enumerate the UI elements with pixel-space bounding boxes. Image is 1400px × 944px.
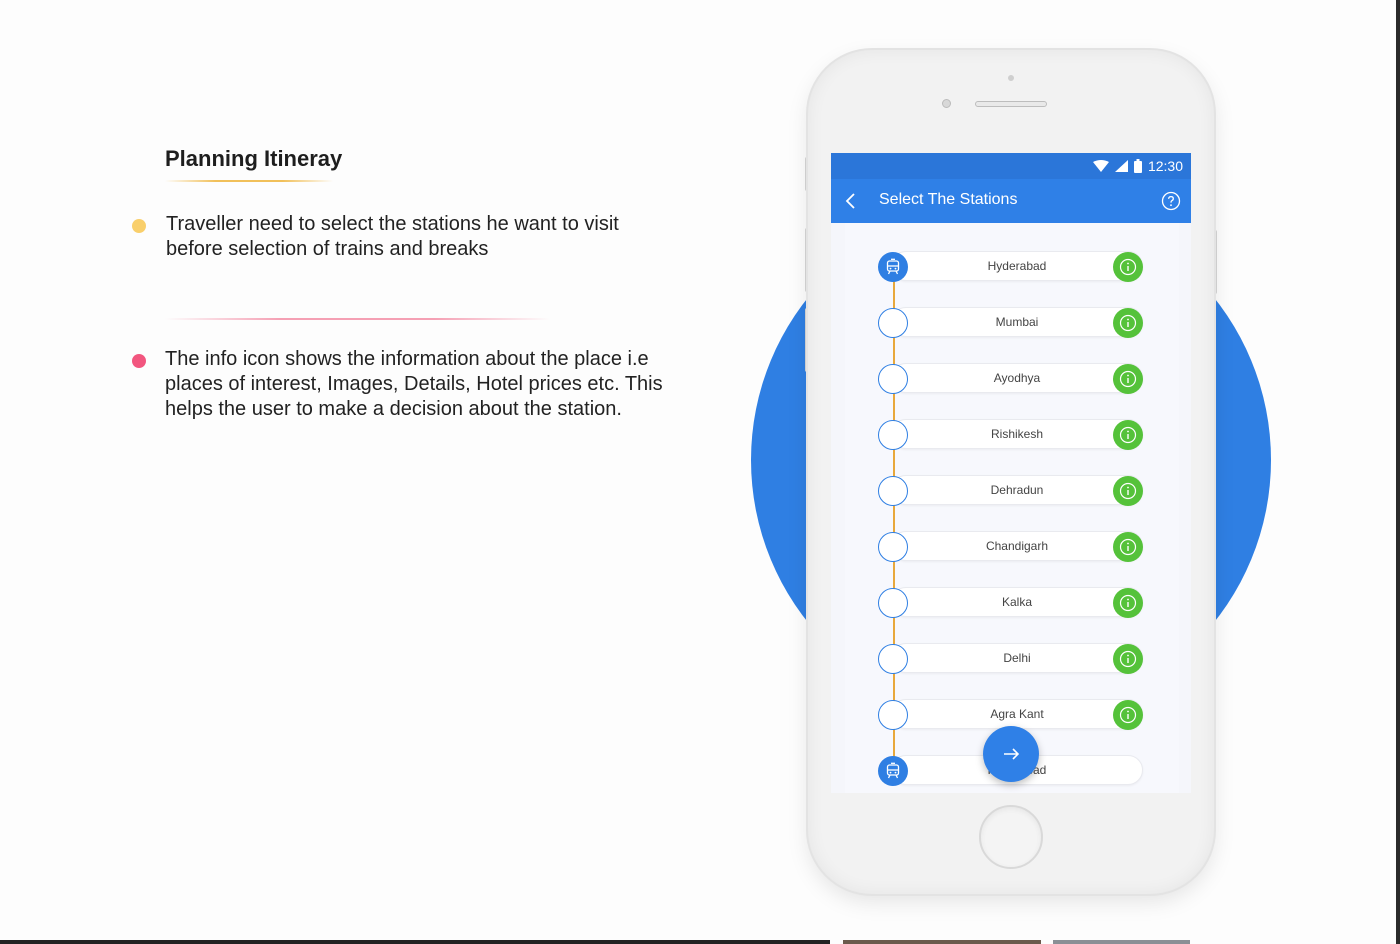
station-select-node[interactable] (878, 588, 908, 618)
bullet-dot-yellow (132, 219, 146, 233)
station-card[interactable]: Chandigarh (891, 531, 1143, 561)
station-info-button[interactable] (1113, 700, 1143, 730)
station-row: Hyderabad (831, 250, 1191, 284)
station-name: Ayodhya (993, 371, 1041, 385)
train-icon (886, 258, 900, 275)
info-icon (1119, 258, 1137, 276)
next-section-thumbnail (1053, 940, 1190, 944)
bullet-text-select-stations: Traveller need to select the stations he… (166, 213, 619, 260)
station-name: Dehradun (990, 483, 1044, 497)
station-name: Kalka (1001, 595, 1033, 609)
station-info-button[interactable] (1113, 420, 1143, 450)
station-row: Rishikesh (831, 418, 1191, 452)
station-card[interactable]: Hyderabad (891, 251, 1143, 281)
section-title: Planning Itineray (165, 146, 343, 171)
app-bar-title: Select The Stations (879, 191, 1018, 208)
info-icon (1119, 314, 1137, 332)
station-info-button[interactable] (1113, 364, 1143, 394)
status-bar: 12:30 (831, 153, 1191, 179)
station-select-node[interactable] (878, 700, 908, 730)
station-card[interactable]: Delhi (891, 643, 1143, 673)
bullet-text-info-icon: The info icon shows the information abou… (165, 348, 663, 420)
station-card[interactable]: Ayodhya (891, 363, 1143, 393)
arrow-right-icon (1004, 748, 1020, 760)
title-underline (165, 180, 333, 182)
help-circle-icon[interactable] (1161, 191, 1181, 211)
station-info-button[interactable] (1113, 476, 1143, 506)
next-section-thumbnail (843, 940, 1041, 944)
page-edge (1396, 0, 1400, 944)
info-icon (1119, 594, 1137, 612)
info-icon (1119, 706, 1137, 724)
phone-speaker (975, 101, 1047, 107)
train-icon (886, 762, 900, 779)
phone-screen: 12:30 Select The Stations Hyderabad Mumba… (831, 153, 1191, 793)
station-name: Mumbai (995, 315, 1039, 329)
station-card[interactable]: Agra Kant (891, 699, 1143, 729)
station-name: Delhi (1003, 651, 1031, 665)
station-select-node[interactable] (878, 476, 908, 506)
station-card[interactable]: Mumbai (891, 307, 1143, 337)
bullet-dot-pink (132, 354, 146, 368)
station-card[interactable]: Kalka (891, 587, 1143, 617)
station-info-button[interactable] (1113, 308, 1143, 338)
station-info-button[interactable] (1113, 532, 1143, 562)
station-info-button[interactable] (1113, 588, 1143, 618)
station-name: Hyderabad (987, 259, 1047, 273)
station-node-train[interactable] (878, 252, 908, 282)
info-icon (1119, 482, 1137, 500)
info-icon (1119, 426, 1137, 444)
station-select-node[interactable] (878, 420, 908, 450)
bottom-divider (0, 940, 830, 944)
chevron-left-icon[interactable] (839, 189, 863, 213)
next-fab-button[interactable] (983, 726, 1039, 782)
station-row: Dehradun (831, 474, 1191, 508)
station-name: Chandigarh (985, 539, 1049, 553)
wifi-icon (1092, 160, 1109, 172)
station-row: Mumbai (831, 306, 1191, 340)
info-icon (1119, 650, 1137, 668)
station-info-button[interactable] (1113, 252, 1143, 282)
signal-icon (1114, 160, 1128, 172)
station-select-node[interactable] (878, 644, 908, 674)
station-select-node[interactable] (878, 308, 908, 338)
phone-home-button[interactable] (979, 805, 1043, 869)
info-icon (1119, 538, 1137, 556)
phone-sensor (1008, 75, 1014, 81)
station-select-node[interactable] (878, 532, 908, 562)
section-divider (165, 318, 550, 320)
station-row: Delhi (831, 642, 1191, 676)
station-card[interactable]: Dehradun (891, 475, 1143, 505)
station-select-node[interactable] (878, 364, 908, 394)
route-line (893, 267, 895, 772)
app-bar: Select The Stations (831, 179, 1191, 223)
status-time: 12:30 (1147, 158, 1183, 174)
station-row: Kalka (831, 586, 1191, 620)
station-info-button[interactable] (1113, 644, 1143, 674)
station-name: Rishikesh (990, 427, 1044, 441)
station-row: Ayodhya (831, 362, 1191, 396)
station-name: Agra Kant (990, 707, 1044, 721)
phone-camera (942, 99, 951, 108)
info-icon (1119, 370, 1137, 388)
battery-icon (1133, 159, 1142, 173)
station-row: Chandigarh (831, 530, 1191, 564)
station-card[interactable]: Rishikesh (891, 419, 1143, 449)
station-node-train[interactable] (878, 756, 908, 786)
